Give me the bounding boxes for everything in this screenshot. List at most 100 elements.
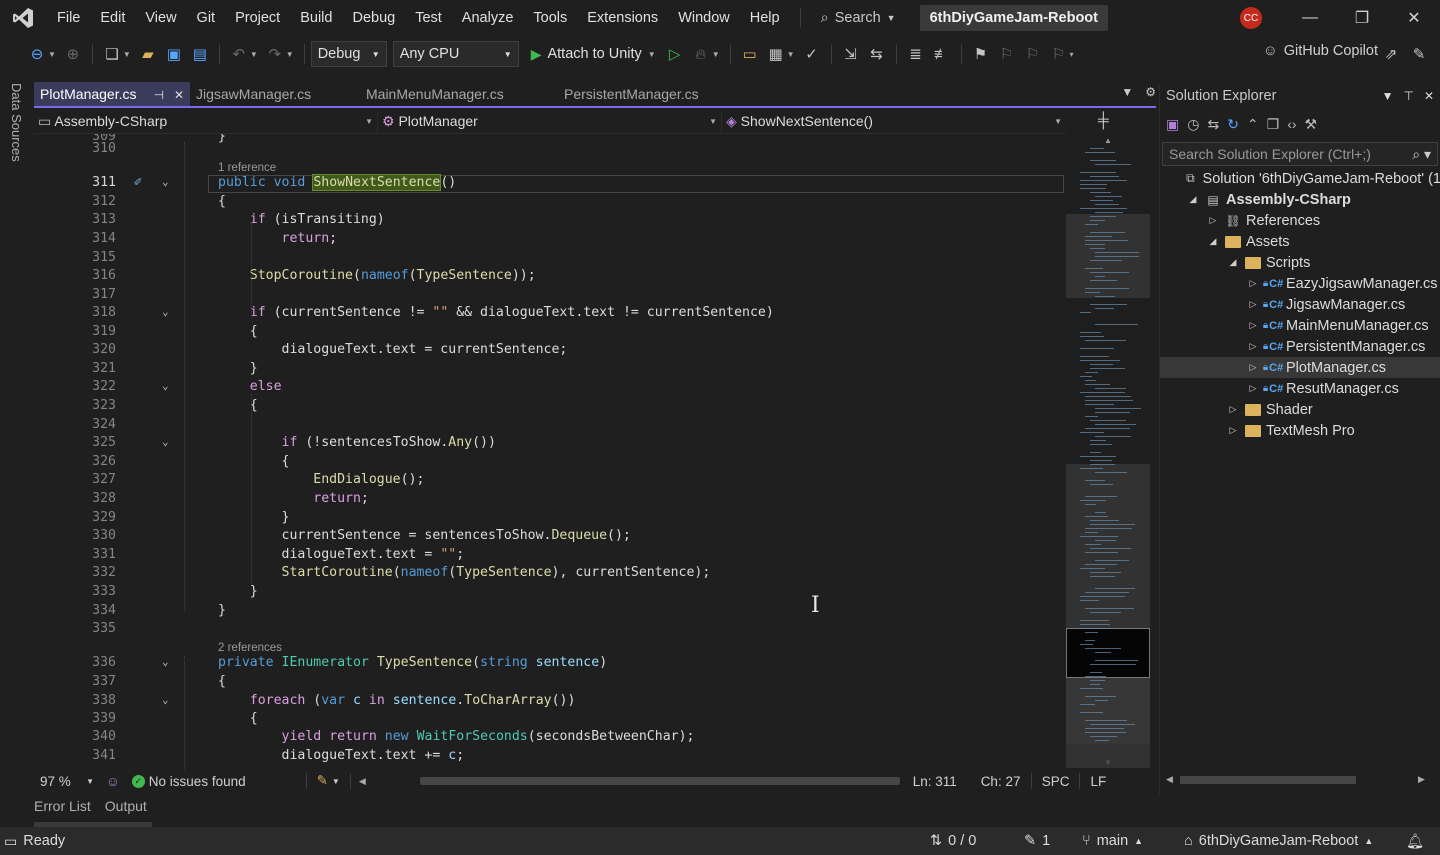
member-dropdown[interactable]: ◈ ShowNextSentence() ▼	[722, 110, 1066, 133]
copilot-status-icon[interactable]: ☺	[100, 774, 126, 789]
collapsed-arrow-icon[interactable]: ▷	[1246, 299, 1260, 310]
fold-chevron-icon[interactable]: ⌄	[162, 435, 169, 448]
visual-studio-logo-icon[interactable]	[11, 6, 35, 30]
save-button[interactable]: ▣	[161, 41, 187, 67]
tree-item-scripts[interactable]: ◢ Scripts	[1160, 252, 1440, 273]
collapsed-arrow-icon[interactable]: ▷	[1246, 362, 1260, 373]
scroll-up-icon[interactable]: ▲	[1104, 136, 1112, 145]
search-button[interactable]: ⌕ Search ▼	[811, 10, 906, 26]
menu-tools[interactable]: Tools	[523, 0, 577, 36]
spacing-indicator[interactable]: SPC	[1036, 774, 1076, 789]
tree-item-textmesh-pro[interactable]: ▷ TextMesh Pro	[1160, 420, 1440, 441]
bookmark-button[interactable]: ⚑	[968, 41, 994, 67]
menu-extensions[interactable]: Extensions	[577, 0, 668, 36]
horizontal-scrollbar[interactable]	[420, 777, 900, 785]
minimap-viewport[interactable]	[1066, 628, 1150, 678]
tree-item-persistentmanager-cs[interactable]: ▷ 🔒︎ C# PersistentManager.cs	[1160, 336, 1440, 357]
solution-search-input[interactable]: Search Solution Explorer (Ctrl+;) ⌕ ▾	[1162, 142, 1438, 166]
close-window-button[interactable]: ✕	[1388, 0, 1440, 36]
toolbar-overflow-icon[interactable]: ▾	[1070, 50, 1074, 59]
new-project-button[interactable]: ❏	[99, 41, 125, 67]
layout-dropdown-icon[interactable]: ▼	[787, 50, 795, 59]
history-icon[interactable]: ◷	[1187, 116, 1199, 133]
zoom-select[interactable]: 97 % ▼	[34, 774, 100, 789]
back-dropdown-icon[interactable]: ▼	[48, 50, 56, 59]
redo-button[interactable]: ↷	[262, 41, 288, 67]
collapsed-arrow-icon[interactable]: ▷	[1246, 278, 1260, 289]
menu-analyze[interactable]: Analyze	[452, 0, 524, 36]
data-sources-tab[interactable]: Data Sources	[9, 83, 24, 162]
collapsed-arrow-icon[interactable]: ▷	[1246, 383, 1260, 394]
menu-debug[interactable]: Debug	[342, 0, 405, 36]
menu-help[interactable]: Help	[740, 0, 790, 36]
refresh-icon[interactable]: ↻	[1227, 116, 1239, 133]
undo-dropdown-icon[interactable]: ▼	[250, 50, 258, 59]
pin-icon[interactable]: ⊤	[1403, 89, 1413, 103]
line-indicator[interactable]: Ln: 311	[907, 774, 969, 789]
menu-view[interactable]: View	[135, 0, 186, 36]
code-cleanup-button[interactable]: ✎ ▼	[311, 773, 346, 789]
menu-window[interactable]: Window	[668, 0, 740, 36]
tab-list-dropdown-icon[interactable]: ▼	[1121, 85, 1133, 99]
issues-indicator[interactable]: ✓ No issues found	[126, 774, 252, 789]
prev-bookmark-button[interactable]: ⚐	[994, 41, 1020, 67]
scroll-right-icon[interactable]: ▶	[1418, 774, 1425, 785]
save-all-button[interactable]: ▤	[187, 41, 213, 67]
fold-chevron-icon[interactable]: ⌄	[162, 305, 169, 318]
tab-persistentmanager[interactable]: PersistentManager.cs	[558, 82, 756, 106]
column-indicator[interactable]: Ch: 27	[975, 774, 1027, 789]
collapsed-arrow-icon[interactable]: ▷	[1226, 404, 1240, 415]
code-editor[interactable]: 309} 310 1 reference ✐ 311 ⌄ public void ShowN…	[34, 134, 1066, 770]
open-button[interactable]: ▰	[135, 41, 161, 67]
compare-button[interactable]: ⇆	[864, 41, 890, 67]
tree-item-jigsawmanager-cs[interactable]: ▷ 🔒︎ C# JigsawManager.cs	[1160, 294, 1440, 315]
attach-to-unity-button[interactable]: ▶ Attach to Unity ▼	[525, 46, 662, 63]
redo-dropdown-icon[interactable]: ▼	[286, 50, 294, 59]
quick-action-brush-icon[interactable]: ✐	[134, 175, 142, 190]
project-dropdown[interactable]: ▭ Assembly-CSharp ▼	[34, 110, 378, 133]
scroll-left-icon[interactable]: ◀	[1166, 774, 1173, 785]
browse-button[interactable]: ▭	[737, 41, 763, 67]
start-without-debugging-button[interactable]: ▷	[662, 41, 688, 67]
back-button[interactable]: ⊖	[24, 41, 50, 67]
menu-git[interactable]: Git	[187, 0, 226, 36]
solution-title[interactable]: 6thDiyGameJam-Reboot	[919, 5, 1108, 31]
close-icon[interactable]: ✕	[174, 88, 184, 102]
tree-item-references[interactable]: ▷ ⛓ References	[1160, 210, 1440, 231]
tree-item-eazyjigsawmanager-cs[interactable]: ▷ 🔒︎ C# EazyJigsawManager.cs	[1160, 273, 1440, 294]
fold-chevron-icon[interactable]: ⌄	[162, 379, 169, 392]
codelens-text[interactable]: 1 reference	[218, 162, 276, 174]
tab-error-list[interactable]: Error List	[34, 798, 91, 820]
notifications-button[interactable]: 🔔︎	[1406, 833, 1424, 850]
collapsed-arrow-icon[interactable]: ▷	[1226, 425, 1240, 436]
close-icon[interactable]: ✕	[1424, 89, 1434, 103]
github-copilot-button[interactable]: ☺ GitHub Copilot	[1263, 43, 1378, 59]
expanded-arrow-icon[interactable]: ◢	[1226, 257, 1240, 268]
fold-chevron-icon[interactable]: ⌄	[162, 655, 169, 668]
collapsed-arrow-icon[interactable]: ▷	[1246, 320, 1260, 331]
code-view-icon[interactable]: ‹›	[1287, 116, 1296, 132]
fold-chevron-icon[interactable]: ⌄	[162, 693, 169, 706]
expanded-arrow-icon[interactable]: ◢	[1206, 236, 1220, 247]
tree-item-shader[interactable]: ▷ Shader	[1160, 399, 1440, 420]
tab-jigsawmanager[interactable]: JigsawManager.cs	[190, 82, 360, 106]
uncomment-button[interactable]: ≢	[929, 41, 955, 67]
hot-reload-button[interactable]: 🔥︎	[688, 41, 714, 67]
scroll-left-icon[interactable]: ◀	[359, 776, 366, 787]
undo-button[interactable]: ↶	[226, 41, 252, 67]
switch-view-icon[interactable]: ▣	[1166, 116, 1179, 133]
show-all-files-icon[interactable]: ❐	[1267, 116, 1280, 133]
solution-configuration-select[interactable]: Debug ▼	[310, 41, 387, 67]
collapse-all-icon[interactable]: ⌃	[1247, 116, 1259, 133]
tree-item-solution[interactable]: ⧉ Solution '6thDiyGameJam-Reboot' (1	[1160, 168, 1440, 189]
expanded-arrow-icon[interactable]: ◢	[1186, 194, 1200, 205]
menu-project[interactable]: Project	[225, 0, 290, 36]
line-ending-indicator[interactable]: LF	[1084, 774, 1112, 789]
git-changes-button[interactable]: ⇅ 0 / 0	[930, 833, 976, 849]
repository-button[interactable]: ⌂ 6thDiyGameJam-Reboot ▲	[1184, 833, 1373, 849]
tree-item-resutmanager-cs[interactable]: ▷ 🔒︎ C# ResutManager.cs	[1160, 378, 1440, 399]
menu-build[interactable]: Build	[290, 0, 342, 36]
tree-item-assembly-csharp[interactable]: ◢ ▤ Assembly-CSharp	[1160, 189, 1440, 210]
spell-check-button[interactable]: ✓	[799, 41, 825, 67]
collapsed-arrow-icon[interactable]: ▷	[1246, 341, 1260, 352]
